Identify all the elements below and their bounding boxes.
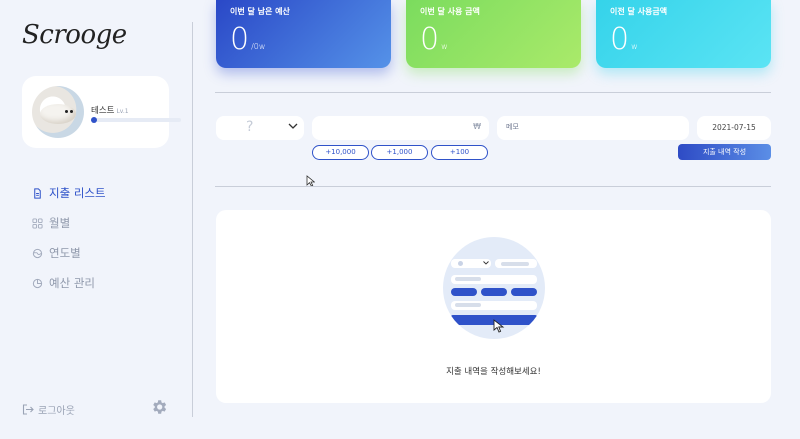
sidebar-divider <box>192 22 193 417</box>
logout-icon <box>22 404 34 415</box>
app-logo[interactable]: Scrooge <box>22 20 127 50</box>
spent-this-month-card: 이번 달 사용 금액 0w <box>406 0 581 68</box>
sidebar: Scrooge 테스트 Lv.1 지출 리스트 월별 연도별 예산 관리 로그아웃 <box>0 0 193 439</box>
last-month-spent-card: 이전 달 사용금액 0w <box>596 0 771 68</box>
empty-illustration <box>443 237 545 339</box>
chevron-down-icon <box>288 123 298 129</box>
section-divider <box>215 92 771 93</box>
sidebar-item-label: 예산 관리 <box>49 276 95 290</box>
sidebar-item-yearly[interactable]: 연도별 <box>32 238 106 268</box>
expense-list-panel: 지출 내역을 작성해보세요! <box>216 210 771 403</box>
pie-chart-icon <box>32 278 43 288</box>
card-title: 이번 달 남은 예산 <box>230 7 290 16</box>
card-value: 0/0w <box>230 25 377 55</box>
date-value: 2021-07-15 <box>712 123 756 132</box>
card-value: 0w <box>420 25 567 55</box>
grid-icon <box>32 217 43 229</box>
remaining-budget-card: 이번 달 남은 예산 0/0w <box>216 0 391 68</box>
card-value: 0w <box>610 25 757 55</box>
sidebar-item-label: 월별 <box>49 216 71 230</box>
card-amount: 0 <box>610 22 630 57</box>
sidebar-nav: 지출 리스트 월별 연도별 예산 관리 <box>32 178 106 298</box>
memo-input[interactable]: 메모 <box>497 116 689 140</box>
add-10000-button[interactable]: +10,000 <box>312 145 369 160</box>
submit-expense-button[interactable]: 지출 내역 작성 <box>678 144 771 160</box>
section-divider <box>215 186 771 187</box>
card-unit: w <box>441 42 448 51</box>
card-unit: /0w <box>251 42 266 51</box>
category-placeholder: ? <box>246 119 254 135</box>
amount-input[interactable]: ₩ <box>312 116 489 140</box>
add-1000-button[interactable]: +1,000 <box>371 145 428 160</box>
gear-icon[interactable] <box>150 398 168 416</box>
logout-button[interactable]: 로그아웃 <box>22 402 75 417</box>
empty-state-message: 지출 내역을 작성해보세요! <box>446 367 541 377</box>
avatar <box>32 86 84 138</box>
sidebar-item-expense-list[interactable]: 지출 리스트 <box>32 178 106 208</box>
currency-symbol: ₩ <box>473 122 481 131</box>
document-icon <box>34 187 41 199</box>
profile-card: 테스트 Lv.1 <box>22 76 181 148</box>
category-select[interactable]: ? <box>216 116 304 140</box>
sidebar-item-label: 지출 리스트 <box>49 186 106 200</box>
date-input[interactable]: 2021-07-15 <box>697 116 771 140</box>
sidebar-item-budget[interactable]: 예산 관리 <box>32 268 106 298</box>
card-title: 이번 달 사용 금액 <box>420 7 480 16</box>
card-amount: 0 <box>420 22 440 57</box>
level-progress-bar <box>91 117 181 123</box>
sidebar-item-monthly[interactable]: 월별 <box>32 208 106 238</box>
globe-icon <box>32 248 43 258</box>
add-100-button[interactable]: +100 <box>431 145 488 160</box>
logout-label: 로그아웃 <box>38 406 75 417</box>
card-amount: 0 <box>230 22 250 57</box>
card-title: 이전 달 사용금액 <box>610 7 668 16</box>
profile-name: 테스트 Lv.1 <box>91 104 129 116</box>
profile-level: Lv.1 <box>116 108 129 115</box>
sidebar-item-label: 연도별 <box>49 246 81 260</box>
memo-placeholder: 메모 <box>506 123 519 131</box>
profile-username: 테스트 <box>91 106 115 116</box>
card-unit: w <box>631 42 638 51</box>
